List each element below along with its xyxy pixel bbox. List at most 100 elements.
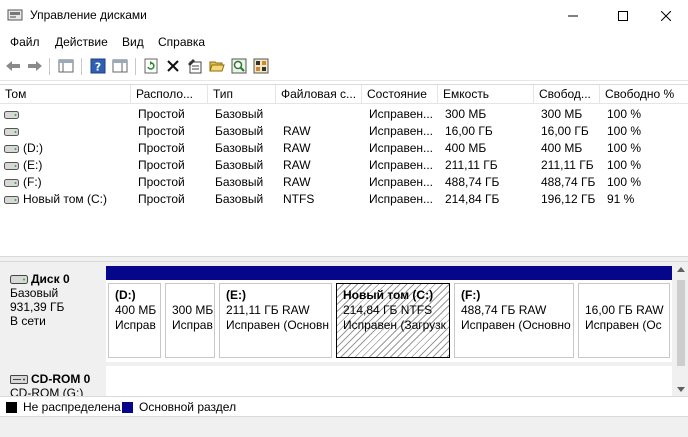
partition-c[interactable]: Новый том (C:) 214,84 ГБ NTFS Исправен (…	[334, 266, 452, 362]
layout-cell: Простой	[138, 141, 185, 155]
column-header-free-space[interactable]: Свобод...	[534, 85, 600, 104]
console-tree-button[interactable]	[57, 57, 75, 75]
partition-box: 300 МБ Исправ	[165, 283, 215, 358]
rescan-disks-button[interactable]	[252, 57, 270, 75]
volume-cell	[0, 123, 131, 140]
delete-icon	[167, 60, 179, 72]
menu-file[interactable]: Файл	[10, 35, 40, 49]
menu-view[interactable]: Вид	[122, 35, 144, 49]
partition-size: 211,11 ГБ RAW	[226, 303, 310, 317]
refresh-button[interactable]	[142, 57, 160, 75]
volume-name: (D:)	[23, 141, 43, 155]
column-header-layout[interactable]: Располо...	[131, 85, 208, 104]
open-folder-button[interactable]	[208, 57, 226, 75]
partition-name: (E:)	[226, 288, 246, 302]
volume-icon	[4, 161, 19, 170]
partition-size: 488,74 ГБ RAW	[461, 303, 547, 317]
forward-button[interactable]	[26, 57, 44, 75]
action-pane-button[interactable]	[111, 57, 129, 75]
forward-arrow-icon	[28, 61, 42, 71]
filesystem-cell: RAW	[283, 141, 311, 155]
maximize-button[interactable]	[600, 0, 646, 31]
toolbar: ?	[0, 53, 688, 81]
volume-icon	[4, 144, 19, 153]
free-percent-cell: 100 %	[607, 124, 642, 138]
volume-list: Том Располо... Тип Файловая с... Состоян…	[0, 84, 688, 256]
disk-0-partitions: (D:) 400 МБ Исправ 300 МБ Исправ (E:) 21…	[106, 266, 672, 362]
partition-box-selected: Новый том (C:) 214,84 ГБ NTFS Исправен (…	[336, 283, 450, 358]
column-header-free-percent[interactable]: Свободно %	[600, 85, 688, 104]
toolbar-separator	[135, 58, 136, 75]
partition-d[interactable]: (D:) 400 МБ Исправ	[106, 266, 163, 362]
status-cell: Исправен...	[369, 141, 434, 155]
column-header-filesystem[interactable]: Файловая с...	[276, 85, 362, 104]
partition-status: Исправ	[115, 318, 156, 332]
table-row[interactable]: Простой Базовый RAW Исправен... 16,00 ГБ…	[0, 123, 688, 140]
table-row[interactable]: (E:) Простой Базовый RAW Исправен... 211…	[0, 157, 688, 174]
free-space-cell: 300 МБ	[541, 107, 583, 121]
primary-partition-swatch	[122, 401, 133, 413]
cdrom-0-name: CD-ROM 0	[31, 372, 91, 386]
cdrom-0-area[interactable]	[106, 366, 672, 396]
partition-unnamed-300mb[interactable]: 300 МБ Исправ	[163, 266, 217, 362]
table-row[interactable]: Простой Базовый Исправен... 300 МБ 300 М…	[0, 106, 688, 123]
hard-disk-icon	[10, 274, 28, 284]
partition-status: Исправен (Ос	[585, 318, 662, 332]
chevron-down-icon	[677, 386, 685, 392]
partition-unnamed-16gb[interactable]: 16,00 ГБ RAW Исправен (Ос	[576, 266, 672, 362]
back-button[interactable]	[4, 57, 22, 75]
volume-cell: Новый том (C:)	[0, 191, 131, 208]
help-icon: ?	[90, 58, 106, 74]
scroll-thumb[interactable]	[677, 280, 685, 366]
primary-partition-bar	[217, 266, 334, 280]
primary-partition-bar	[106, 266, 163, 280]
status-cell: Исправен...	[369, 192, 434, 206]
search-button[interactable]	[230, 57, 248, 75]
cdrom-0-info[interactable]: CD-ROM 0 CD-ROM (G:)	[4, 366, 104, 396]
table-row[interactable]: (D:) Простой Базовый RAW Исправен... 400…	[0, 140, 688, 157]
column-header-type[interactable]: Тип	[208, 85, 276, 104]
partition-status: Исправ	[172, 318, 213, 332]
partition-f[interactable]: (F:) 488,74 ГБ RAW Исправен (Основно	[452, 266, 576, 362]
partition-e[interactable]: (E:) 211,11 ГБ RAW Исправен (Основн	[217, 266, 334, 362]
menu-action[interactable]: Действие	[55, 35, 108, 49]
minimize-icon	[568, 15, 578, 16]
filesystem-cell: RAW	[283, 175, 311, 189]
menu-help[interactable]: Справка	[158, 35, 205, 49]
primary-partition-bar	[576, 266, 672, 280]
window-title: Управление дисками	[30, 8, 147, 22]
legend-unallocated-label: Не распределена	[23, 400, 121, 414]
free-percent-cell: 100 %	[607, 175, 642, 189]
disk-map-scrollbar[interactable]	[674, 262, 688, 396]
filesystem-cell: RAW	[283, 124, 311, 138]
minimize-button[interactable]	[550, 0, 596, 31]
table-row[interactable]: (F:) Простой Базовый RAW Исправен... 488…	[0, 174, 688, 191]
menu-bar: Файл Действие Вид Справка	[0, 31, 688, 53]
disk-0-info[interactable]: Диск 0 Базовый 931,39 ГБ В сети	[4, 266, 104, 362]
capacity-cell: 400 МБ	[445, 141, 487, 155]
column-header-status[interactable]: Состояние	[362, 85, 438, 104]
status-cell: Исправен...	[369, 124, 434, 138]
column-header-volume[interactable]: Том	[0, 85, 131, 104]
unallocated-swatch	[6, 401, 17, 413]
partition-status: Исправен (Загрузк	[343, 318, 446, 332]
cdrom-0-label: CD-ROM (G:)	[10, 386, 84, 396]
close-button[interactable]	[643, 0, 688, 31]
volume-icon	[4, 110, 19, 119]
delete-button[interactable]	[164, 57, 182, 75]
toolbar-separator	[81, 58, 82, 75]
free-space-cell: 211,11 ГБ	[541, 158, 594, 172]
capacity-cell: 488,74 ГБ	[445, 175, 500, 189]
free-percent-cell: 100 %	[607, 141, 642, 155]
partition-name	[172, 288, 214, 303]
help-button[interactable]: ?	[89, 57, 107, 75]
scroll-up-button[interactable]	[674, 262, 688, 276]
table-row[interactable]: Новый том (C:) Простой Базовый NTFS Испр…	[0, 191, 688, 208]
status-cell: Исправен...	[369, 158, 434, 172]
scroll-down-button[interactable]	[674, 382, 688, 396]
column-header-capacity[interactable]: Емкость	[438, 85, 534, 104]
open-folder-icon	[209, 61, 225, 72]
properties-button[interactable]	[186, 57, 204, 75]
volume-cell: (D:)	[0, 140, 131, 157]
action-pane-icon	[112, 59, 128, 73]
